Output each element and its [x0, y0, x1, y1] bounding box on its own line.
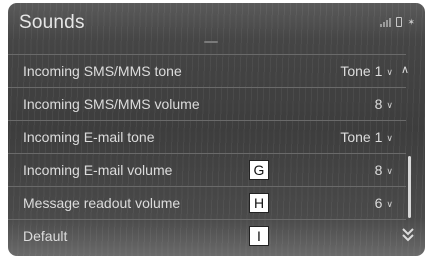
phone-icon [396, 17, 403, 27]
status-bar: ✶ [380, 15, 415, 27]
chevron-down-icon: ∨ [386, 66, 393, 77]
callout-label: I [249, 226, 269, 246]
value-text: 6 [374, 195, 383, 211]
setting-label: Message readout volume [23, 195, 181, 211]
value-text: 8 [374, 162, 383, 178]
setting-label: Incoming E-mail tone [23, 129, 155, 145]
setting-incoming-email-tone[interactable]: Incoming E-mail tone Tone 1 ∨ [8, 121, 406, 154]
setting-incoming-sms-mms-tone[interactable]: Incoming SMS/MMS tone Tone 1 ∨ [8, 55, 406, 88]
callout-label: H [249, 193, 269, 213]
chevron-down-icon: ∨ [386, 132, 393, 143]
signal-icon [380, 17, 392, 27]
sounds-screen: Sounds ✶ Incoming SMS/MMS tone Tone 1 ∨ … [8, 3, 425, 256]
setting-default[interactable]: Default I [8, 220, 406, 252]
callout-label: G [249, 160, 269, 180]
setting-label: Incoming SMS/MMS tone [23, 63, 182, 79]
setting-label: Incoming E-mail volume [23, 162, 173, 178]
bluetooth-icon: ✶ [407, 17, 415, 27]
setting-value[interactable]: 8 ∨ [375, 96, 393, 112]
setting-incoming-email-volume[interactable]: Incoming E-mail volume G 8 ∨ [8, 154, 406, 187]
setting-label: Default [23, 228, 68, 244]
grab-handle [204, 41, 218, 43]
setting-value[interactable]: Tone 1 ∨ [340, 129, 393, 145]
value-text: Tone 1 [340, 129, 383, 145]
settings-list: Incoming SMS/MMS tone Tone 1 ∨ Incoming … [8, 54, 408, 252]
setting-message-readout-volume[interactable]: Message readout volume H 6 ∨ [8, 187, 406, 220]
header: Sounds ✶ [8, 3, 425, 47]
setting-value[interactable]: 6 ∨ [375, 195, 393, 211]
chevron-down-icon: ∨ [386, 165, 393, 176]
setting-incoming-sms-mms-volume[interactable]: Incoming SMS/MMS volume 8 ∨ [8, 88, 406, 121]
setting-label: Incoming SMS/MMS volume [23, 96, 200, 112]
setting-value[interactable]: 8 ∨ [375, 162, 393, 178]
setting-value[interactable]: Tone 1 ∨ [340, 63, 393, 79]
page-title: Sounds [19, 12, 85, 33]
scrollbar[interactable] [408, 156, 411, 218]
chevron-down-icon: ∨ [386, 198, 393, 209]
value-text: Tone 1 [340, 63, 383, 79]
value-text: 8 [374, 96, 383, 112]
chevron-down-icon: ∨ [386, 99, 393, 110]
chevron-up-icon[interactable]: ∧ [401, 63, 409, 76]
double-chevron-down-icon[interactable] [400, 225, 416, 245]
